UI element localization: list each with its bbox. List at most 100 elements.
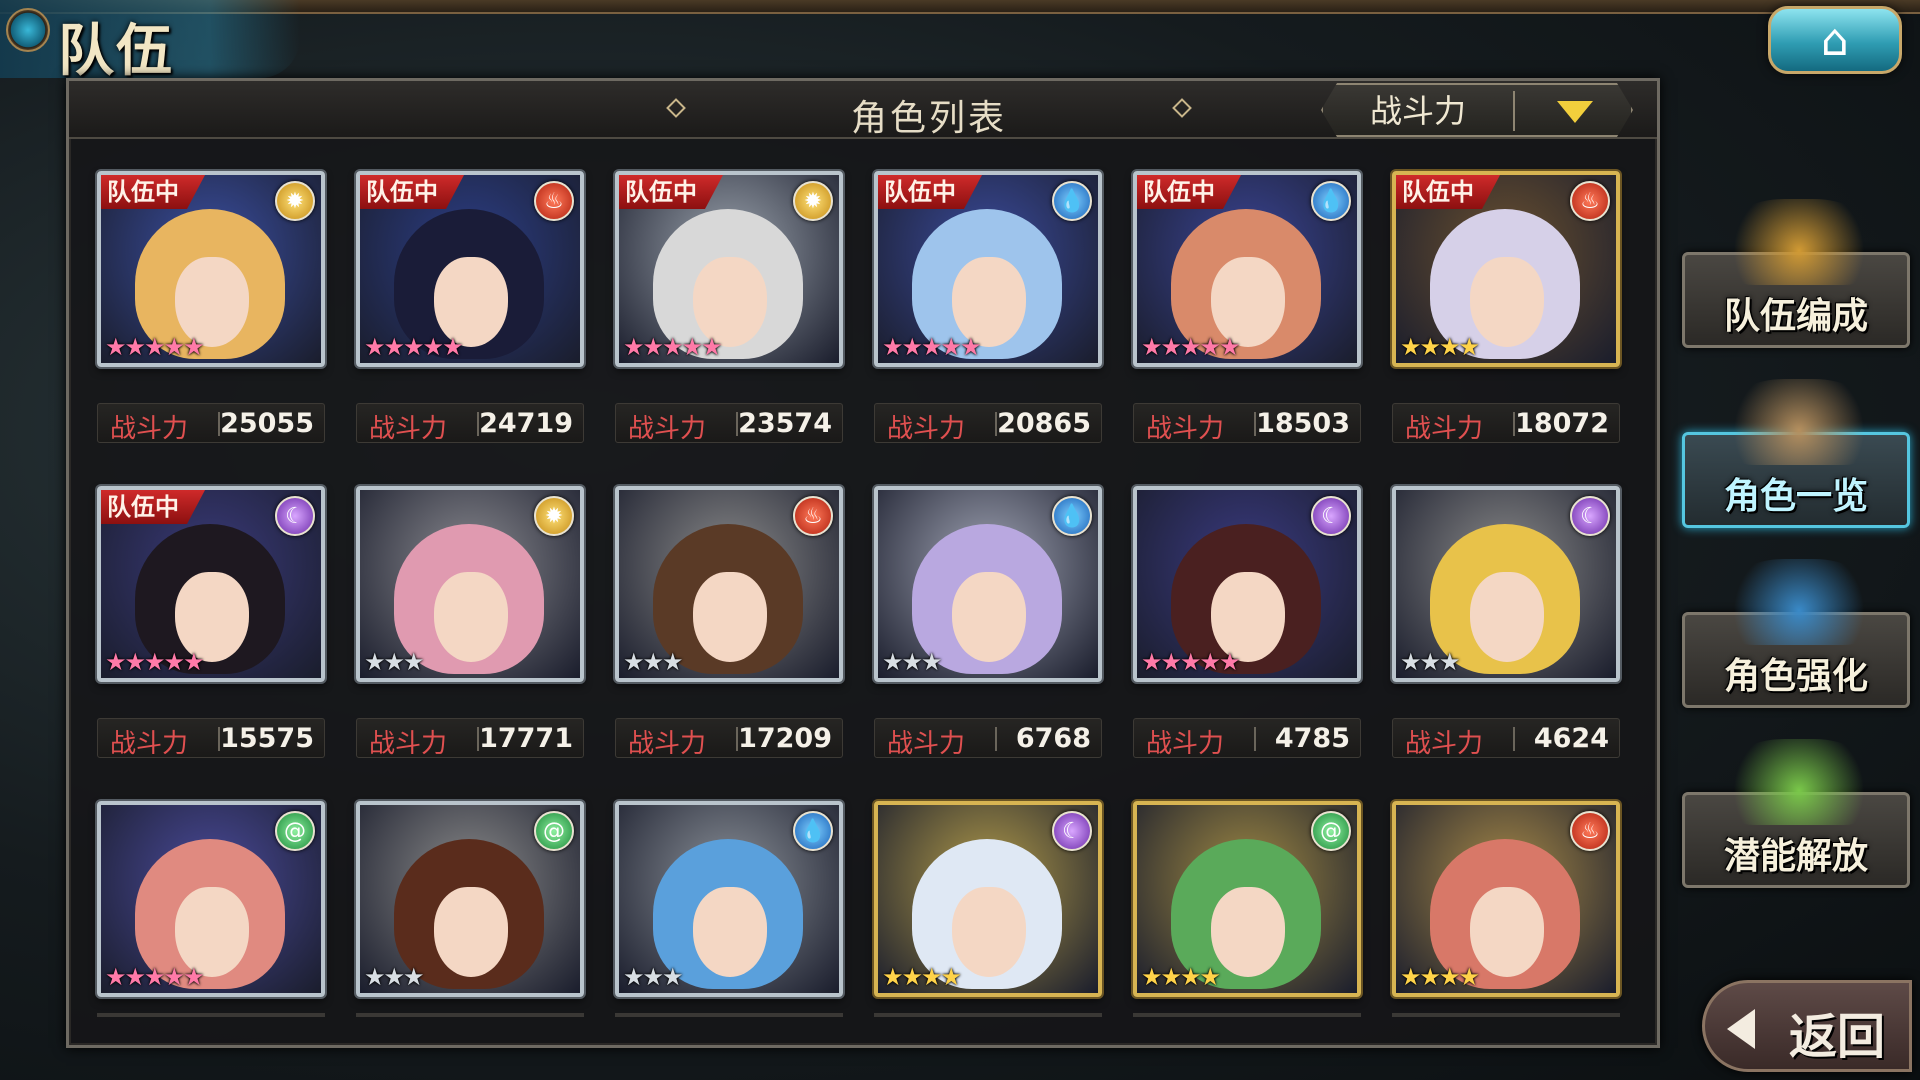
character-card[interactable]: @ ★★★★★ <box>97 801 325 997</box>
character-card[interactable]: 队伍中 ♨ ★★★★ <box>1392 171 1620 367</box>
rarity-stars-icon: ★★★★ <box>1400 333 1480 361</box>
portrait-face <box>1470 257 1544 347</box>
rarity-stars-icon: ★★★ <box>623 963 684 991</box>
power-divider <box>1513 727 1515 751</box>
power-label: 战斗力 <box>110 414 189 444</box>
character-card[interactable]: 队伍中 💧 ★★★★★ <box>1133 171 1361 367</box>
power-plate: 战斗力 6768 <box>874 718 1102 759</box>
character-card[interactable]: ♨ ★★★★ <box>1392 801 1620 997</box>
fire-element-icon: ♨ <box>1570 181 1610 221</box>
rarity-stars-icon: ★★★★★ <box>105 333 205 361</box>
portrait-face <box>1470 572 1544 662</box>
character-card[interactable]: ☾ ★★★★ <box>874 801 1102 997</box>
power-plate: 战斗力 23574 <box>615 403 843 444</box>
power-value: 4624 <box>1533 723 1609 754</box>
rarity-stars-icon: ★★★★★ <box>623 333 723 361</box>
power-plate: 战斗力 17209 <box>615 718 843 759</box>
rarity-stars-icon: ★★★★★ <box>364 333 464 361</box>
character-card[interactable]: 队伍中 ✹ ★★★★★ <box>97 171 325 367</box>
power-plate-cutoff <box>615 1013 843 1017</box>
power-value: 17209 <box>738 723 832 754</box>
rarity-stars-icon: ★★★ <box>364 963 425 991</box>
power-value: 25055 <box>220 408 314 439</box>
portrait-face <box>1211 887 1285 977</box>
power-label: 战斗力 <box>1405 729 1484 759</box>
power-label: 战斗力 <box>1405 414 1484 444</box>
wind-element-icon: @ <box>1311 811 1351 851</box>
character-card[interactable]: ☾ ★★★ <box>1392 486 1620 682</box>
sort-dropdown[interactable]: 战斗力 <box>1321 83 1633 137</box>
character-card[interactable]: @ ★★★ <box>356 801 584 997</box>
power-plate: 战斗力 4624 <box>1392 718 1620 759</box>
power-plate: 战斗力 15575 <box>97 718 325 759</box>
sort-divider <box>1513 91 1515 131</box>
power-plate: 战斗力 18503 <box>1133 403 1361 444</box>
power-plate: 战斗力 25055 <box>97 403 325 444</box>
home-button[interactable]: ⌂ <box>1768 6 1902 74</box>
character-card[interactable]: 队伍中 ✹ ★★★★★ <box>615 171 843 367</box>
water-element-icon: 💧 <box>1311 181 1351 221</box>
power-plate-cutoff <box>97 1013 325 1017</box>
menu-button-2[interactable]: 角色一览 <box>1682 379 1910 528</box>
rarity-stars-icon: ★★★★★ <box>105 648 205 676</box>
rarity-stars-icon: ★★★★ <box>1400 963 1480 991</box>
character-card[interactable]: 队伍中 ♨ ★★★★★ <box>356 171 584 367</box>
rarity-stars-icon: ★★★★ <box>882 963 962 991</box>
power-label: 战斗力 <box>1146 414 1225 444</box>
power-label: 战斗力 <box>110 729 189 759</box>
power-plate: 战斗力 24719 <box>356 403 584 444</box>
menu-button-4[interactable]: 潜能解放 <box>1682 739 1910 888</box>
power-plate: 战斗力 17771 <box>356 718 584 759</box>
dark-element-icon: ☾ <box>275 496 315 536</box>
character-card[interactable]: 💧 ★★★ <box>615 801 843 997</box>
light-element-icon: ✹ <box>534 496 574 536</box>
portrait-face <box>952 887 1026 977</box>
power-value: 18072 <box>1515 408 1609 439</box>
portrait-face <box>952 572 1026 662</box>
character-card[interactable]: ☾ ★★★★★ <box>1133 486 1361 682</box>
power-divider <box>1254 727 1256 751</box>
character-card[interactable]: 💧 ★★★ <box>874 486 1102 682</box>
power-label: 战斗力 <box>628 729 707 759</box>
water-element-icon: 💧 <box>793 811 833 851</box>
power-value: 23574 <box>738 408 832 439</box>
power-value: 17771 <box>479 723 573 754</box>
character-card[interactable]: ✹ ★★★ <box>356 486 584 682</box>
rarity-stars-icon: ★★★ <box>364 648 425 676</box>
character-card[interactable]: 队伍中 ☾ ★★★★★ <box>97 486 325 682</box>
power-label: 战斗力 <box>887 414 966 444</box>
back-button[interactable]: 返回 <box>1702 980 1912 1072</box>
portrait-face <box>693 572 767 662</box>
menu-button-1[interactable]: 队伍编成 <box>1682 199 1910 348</box>
menu-button-label: 角色强化 <box>1723 656 1868 697</box>
power-divider <box>995 727 997 751</box>
power-value: 20865 <box>997 408 1091 439</box>
power-plate-cutoff <box>874 1013 1102 1017</box>
in-party-badge: 队伍中 <box>101 490 205 524</box>
rarity-stars-icon: ★★★ <box>623 648 684 676</box>
portrait-face <box>693 887 767 977</box>
power-value: 4785 <box>1274 723 1350 754</box>
back-arrow-icon <box>1727 1009 1755 1049</box>
menu-button-label: 队伍编成 <box>1723 296 1868 337</box>
power-plate-cutoff <box>1133 1013 1361 1017</box>
portrait-face <box>434 887 508 977</box>
gear-emblem-icon <box>6 8 50 52</box>
in-party-badge: 队伍中 <box>1137 175 1241 209</box>
water-element-icon: 💧 <box>1052 496 1092 536</box>
menu-button-3[interactable]: 角色强化 <box>1682 559 1910 708</box>
rarity-stars-icon: ★★★ <box>882 648 943 676</box>
dark-element-icon: ☾ <box>1052 811 1092 851</box>
rarity-stars-icon: ★★★★★ <box>1141 333 1241 361</box>
character-card[interactable]: @ ★★★★ <box>1133 801 1361 997</box>
book-icon <box>1725 379 1873 465</box>
in-party-badge: 队伍中 <box>619 175 723 209</box>
character-card[interactable]: 队伍中 💧 ★★★★★ <box>874 171 1102 367</box>
character-card[interactable]: ♨ ★★★ <box>615 486 843 682</box>
chevron-down-icon[interactable] <box>1557 101 1593 123</box>
ornament-diamond-icon <box>666 98 686 118</box>
sort-label: 战斗力 <box>1369 92 1466 130</box>
dark-element-icon: ☾ <box>1570 496 1610 536</box>
in-party-badge: 队伍中 <box>878 175 982 209</box>
dark-element-icon: ☾ <box>1311 496 1351 536</box>
